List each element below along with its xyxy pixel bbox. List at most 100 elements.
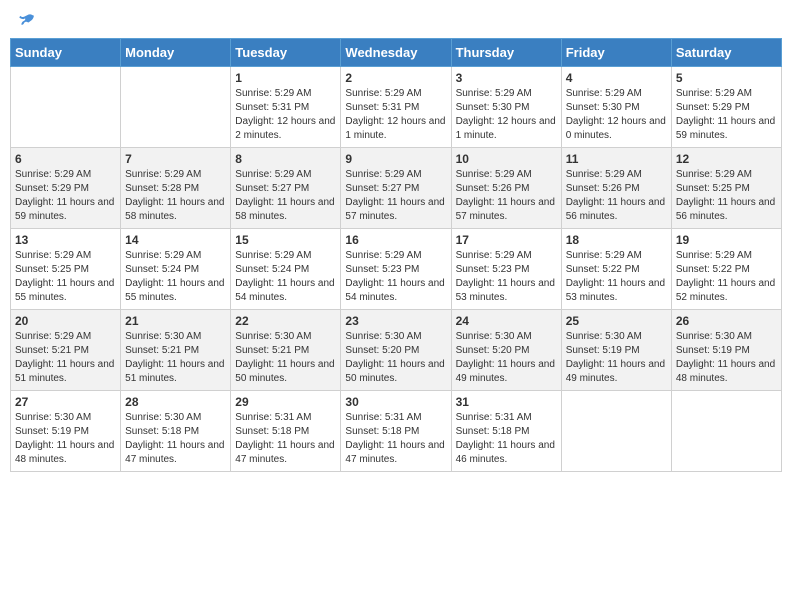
day-header-tuesday: Tuesday <box>231 39 341 67</box>
day-info: Sunrise: 5:30 AM Sunset: 5:18 PM Dayligh… <box>125 411 226 467</box>
calendar-week-1: 1Sunrise: 5:29 AM Sunset: 5:31 PM Daylig… <box>11 67 782 148</box>
calendar-cell: 4 Sunrise: 5:29 AM Sunset: 5:30 PM Daylig… <box>561 67 671 148</box>
logo <box>14 10 36 30</box>
day-number: 14 <box>125 233 226 247</box>
day-info: Sunrise: 5:29 AM Sunset: 5:27 PM Dayligh… <box>235 168 336 224</box>
calendar-cell: 26Sunrise: 5:30 AM Sunset: 5:19 PM Dayli… <box>671 310 781 391</box>
calendar-cell <box>561 391 671 472</box>
calendar-cell: 27Sunrise: 5:30 AM Sunset: 5:19 PM Dayli… <box>11 391 121 472</box>
page-header <box>10 10 782 30</box>
day-info: Sunrise: 5:29 AM Sunset: 5:30 PM Dayligh… <box>456 87 557 143</box>
day-number: 13 <box>15 233 116 247</box>
day-number: 20 <box>15 314 116 328</box>
calendar-cell: 21 Sunrise: 5:30 AM Sunset: 5:21 PM Dayli… <box>121 310 231 391</box>
day-info: Sunrise: 5:30 AM Sunset: 5:21 PM Dayligh… <box>235 330 336 386</box>
calendar-cell: 29 Sunrise: 5:31 AM Sunset: 5:18 PM Dayli… <box>231 391 341 472</box>
day-number: 3 <box>456 71 557 85</box>
day-number: 19 <box>676 233 777 247</box>
day-info: Sunrise: 5:29 AM Sunset: 5:24 PM Dayligh… <box>125 249 226 305</box>
day-number: 30 <box>345 395 446 409</box>
calendar-cell: 28 Sunrise: 5:30 AM Sunset: 5:18 PM Dayli… <box>121 391 231 472</box>
day-number: 11 <box>566 152 667 166</box>
day-number: 5 <box>676 71 777 85</box>
calendar-cell: 19 Sunrise: 5:29 AM Sunset: 5:22 PM Dayli… <box>671 229 781 310</box>
calendar-week-3: 13 Sunrise: 5:29 AM Sunset: 5:25 PM Dayli… <box>11 229 782 310</box>
day-number: 6 <box>15 152 116 166</box>
day-info: Sunrise: 5:29 AM Sunset: 5:26 PM Dayligh… <box>456 168 557 224</box>
day-number: 15 <box>235 233 336 247</box>
calendar-cell: 25Sunrise: 5:30 AM Sunset: 5:19 PM Dayli… <box>561 310 671 391</box>
day-info: Sunrise: 5:29 AM Sunset: 5:29 PM Dayligh… <box>676 87 777 143</box>
calendar-cell: 23 Sunrise: 5:30 AM Sunset: 5:20 PM Dayli… <box>341 310 451 391</box>
day-number: 29 <box>235 395 336 409</box>
calendar-cell: 16Sunrise: 5:29 AM Sunset: 5:23 PM Dayli… <box>341 229 451 310</box>
calendar-cell: 14 Sunrise: 5:29 AM Sunset: 5:24 PM Dayli… <box>121 229 231 310</box>
day-header-saturday: Saturday <box>671 39 781 67</box>
day-info: Sunrise: 5:29 AM Sunset: 5:25 PM Dayligh… <box>15 249 116 305</box>
day-info: Sunrise: 5:29 AM Sunset: 5:31 PM Dayligh… <box>345 87 446 143</box>
calendar-week-5: 27Sunrise: 5:30 AM Sunset: 5:19 PM Dayli… <box>11 391 782 472</box>
day-number: 10 <box>456 152 557 166</box>
day-info: Sunrise: 5:30 AM Sunset: 5:20 PM Dayligh… <box>456 330 557 386</box>
day-number: 7 <box>125 152 226 166</box>
day-number: 28 <box>125 395 226 409</box>
day-info: Sunrise: 5:30 AM Sunset: 5:19 PM Dayligh… <box>676 330 777 386</box>
day-number: 17 <box>456 233 557 247</box>
calendar-cell: 1Sunrise: 5:29 AM Sunset: 5:31 PM Daylig… <box>231 67 341 148</box>
calendar-header: SundayMondayTuesdayWednesdayThursdayFrid… <box>11 39 782 67</box>
calendar-cell <box>11 67 121 148</box>
day-number: 2 <box>345 71 446 85</box>
calendar-cell: 8 Sunrise: 5:29 AM Sunset: 5:27 PM Daylig… <box>231 148 341 229</box>
day-info: Sunrise: 5:31 AM Sunset: 5:18 PM Dayligh… <box>235 411 336 467</box>
calendar-cell <box>671 391 781 472</box>
day-info: Sunrise: 5:29 AM Sunset: 5:31 PM Dayligh… <box>235 87 336 143</box>
day-info: Sunrise: 5:29 AM Sunset: 5:22 PM Dayligh… <box>566 249 667 305</box>
day-number: 18 <box>566 233 667 247</box>
day-info: Sunrise: 5:29 AM Sunset: 5:23 PM Dayligh… <box>456 249 557 305</box>
day-number: 21 <box>125 314 226 328</box>
day-info: Sunrise: 5:29 AM Sunset: 5:29 PM Dayligh… <box>15 168 116 224</box>
calendar-cell: 5 Sunrise: 5:29 AM Sunset: 5:29 PM Daylig… <box>671 67 781 148</box>
day-info: Sunrise: 5:31 AM Sunset: 5:18 PM Dayligh… <box>345 411 446 467</box>
day-number: 4 <box>566 71 667 85</box>
calendar-week-2: 6 Sunrise: 5:29 AM Sunset: 5:29 PM Daylig… <box>11 148 782 229</box>
day-header-friday: Friday <box>561 39 671 67</box>
calendar-cell: 12 Sunrise: 5:29 AM Sunset: 5:25 PM Dayli… <box>671 148 781 229</box>
calendar-cell: 9Sunrise: 5:29 AM Sunset: 5:27 PM Daylig… <box>341 148 451 229</box>
calendar-cell: 15 Sunrise: 5:29 AM Sunset: 5:24 PM Dayli… <box>231 229 341 310</box>
days-header-row: SundayMondayTuesdayWednesdayThursdayFrid… <box>11 39 782 67</box>
day-header-sunday: Sunday <box>11 39 121 67</box>
day-number: 24 <box>456 314 557 328</box>
day-number: 31 <box>456 395 557 409</box>
calendar-cell: 2 Sunrise: 5:29 AM Sunset: 5:31 PM Daylig… <box>341 67 451 148</box>
day-header-thursday: Thursday <box>451 39 561 67</box>
calendar-cell: 11 Sunrise: 5:29 AM Sunset: 5:26 PM Dayli… <box>561 148 671 229</box>
calendar-week-4: 20 Sunrise: 5:29 AM Sunset: 5:21 PM Dayli… <box>11 310 782 391</box>
day-info: Sunrise: 5:31 AM Sunset: 5:18 PM Dayligh… <box>456 411 557 467</box>
calendar-cell: 30 Sunrise: 5:31 AM Sunset: 5:18 PM Dayli… <box>341 391 451 472</box>
day-info: Sunrise: 5:29 AM Sunset: 5:21 PM Dayligh… <box>15 330 116 386</box>
calendar-cell: 10 Sunrise: 5:29 AM Sunset: 5:26 PM Dayli… <box>451 148 561 229</box>
calendar-table: SundayMondayTuesdayWednesdayThursdayFrid… <box>10 38 782 472</box>
calendar-cell: 22Sunrise: 5:30 AM Sunset: 5:21 PM Dayli… <box>231 310 341 391</box>
day-info: Sunrise: 5:29 AM Sunset: 5:24 PM Dayligh… <box>235 249 336 305</box>
day-info: Sunrise: 5:29 AM Sunset: 5:30 PM Dayligh… <box>566 87 667 143</box>
day-info: Sunrise: 5:29 AM Sunset: 5:26 PM Dayligh… <box>566 168 667 224</box>
calendar-cell: 31 Sunrise: 5:31 AM Sunset: 5:18 PM Dayli… <box>451 391 561 472</box>
calendar-cell: 3 Sunrise: 5:29 AM Sunset: 5:30 PM Daylig… <box>451 67 561 148</box>
day-info: Sunrise: 5:30 AM Sunset: 5:21 PM Dayligh… <box>125 330 226 386</box>
day-info: Sunrise: 5:29 AM Sunset: 5:28 PM Dayligh… <box>125 168 226 224</box>
calendar-cell: 6 Sunrise: 5:29 AM Sunset: 5:29 PM Daylig… <box>11 148 121 229</box>
day-info: Sunrise: 5:30 AM Sunset: 5:20 PM Dayligh… <box>345 330 446 386</box>
day-number: 23 <box>345 314 446 328</box>
calendar-cell: 13 Sunrise: 5:29 AM Sunset: 5:25 PM Dayli… <box>11 229 121 310</box>
day-number: 8 <box>235 152 336 166</box>
day-number: 25 <box>566 314 667 328</box>
day-number: 12 <box>676 152 777 166</box>
day-info: Sunrise: 5:29 AM Sunset: 5:25 PM Dayligh… <box>676 168 777 224</box>
day-info: Sunrise: 5:29 AM Sunset: 5:23 PM Dayligh… <box>345 249 446 305</box>
calendar-cell: 24 Sunrise: 5:30 AM Sunset: 5:20 PM Dayli… <box>451 310 561 391</box>
day-info: Sunrise: 5:29 AM Sunset: 5:22 PM Dayligh… <box>676 249 777 305</box>
day-number: 27 <box>15 395 116 409</box>
day-number: 9 <box>345 152 446 166</box>
